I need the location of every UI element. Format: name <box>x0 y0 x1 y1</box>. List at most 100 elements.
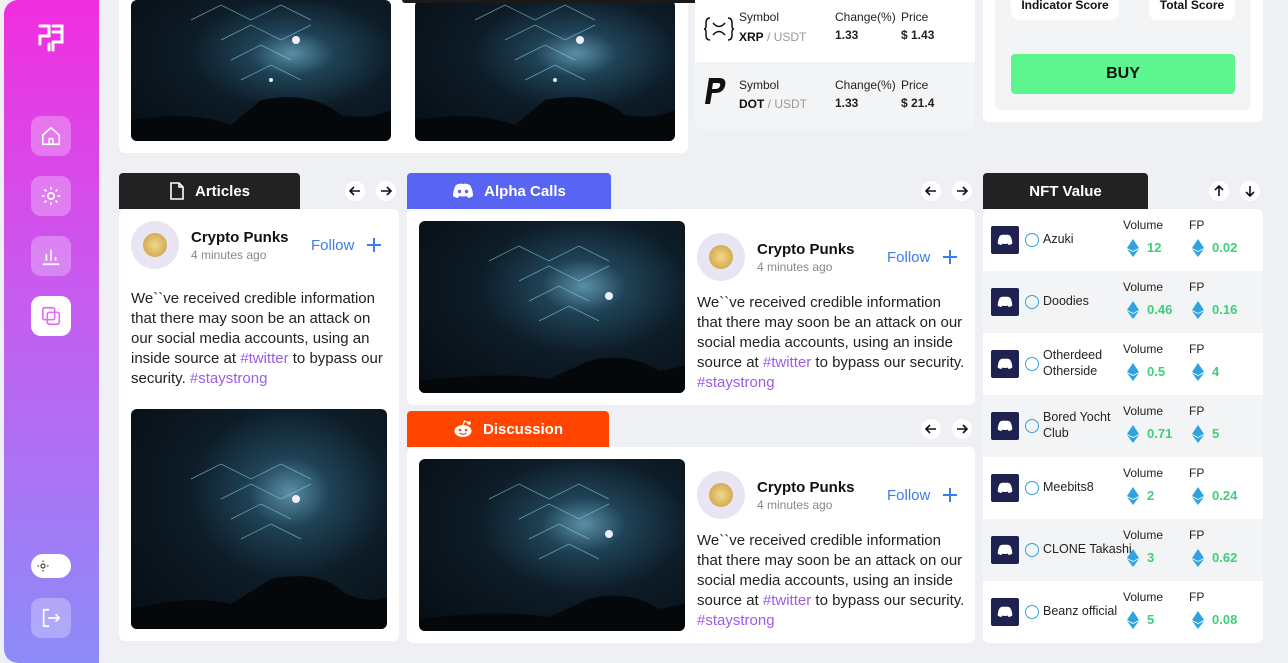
discord-icon <box>991 226 1019 254</box>
tab-alpha-calls[interactable]: Alpha Calls <box>407 173 611 209</box>
token-symbol: DOT / USDT <box>739 97 808 111</box>
token-symbol: XRP / USDT <box>739 30 807 44</box>
alpha-prev-button[interactable] <box>921 181 941 201</box>
avatar[interactable] <box>697 233 745 281</box>
follow-button[interactable]: Follow <box>887 249 930 266</box>
volume-label: Volume <box>1123 404 1164 418</box>
verified-icon <box>1025 481 1039 495</box>
avatar[interactable] <box>131 221 179 269</box>
post-text: We``ve received credible information tha… <box>697 532 965 629</box>
nft-row[interactable]: CLONE Takashi Volume 3 FP 0.62 <box>983 519 1263 581</box>
tab-discussion[interactable]: Discussion <box>407 411 609 447</box>
change-label: Change(%) <box>835 78 896 92</box>
discussion-image[interactable] <box>419 459 685 631</box>
nft-name: Beanz official <box>1043 604 1118 618</box>
bar-chart-icon <box>42 249 60 266</box>
alpha-image[interactable] <box>419 221 685 393</box>
verified-icon <box>1025 543 1039 557</box>
nft-row[interactable]: Otherdeed Otherside Volume 0.5 FP 4 <box>983 333 1263 395</box>
price-value: $ 21.4 <box>901 96 935 110</box>
arrow-left-icon <box>925 424 936 434</box>
change-label: Change(%) <box>835 10 896 24</box>
arrow-up-icon <box>1214 185 1224 196</box>
arrow-left-icon <box>925 186 936 196</box>
post-author[interactable]: Crypto Punks <box>757 479 855 496</box>
sidebar <box>4 0 99 663</box>
nft-name: CLONE Takashi <box>1043 542 1132 556</box>
articles-prev-button[interactable] <box>345 181 365 201</box>
sun-icon <box>34 557 52 575</box>
follow-button[interactable]: Follow <box>887 487 930 504</box>
article-image[interactable] <box>131 409 387 629</box>
nft-row[interactable]: Doodies Volume 0.46 FP 0.16 <box>983 271 1263 333</box>
ethereum-icon <box>1192 301 1204 319</box>
fp-value: 0.16 <box>1212 302 1238 317</box>
nft-up-button[interactable] <box>1209 181 1229 201</box>
reddit-icon <box>454 420 472 437</box>
discussion-prev-button[interactable] <box>921 419 941 439</box>
ethereum-icon <box>1192 425 1204 443</box>
volume-label: Volume <box>1123 528 1164 542</box>
ethereum-icon <box>1127 301 1139 319</box>
nft-row[interactable]: Bored Yocht Club Volume 0.71 FP 5 <box>983 395 1263 457</box>
copy-icon <box>41 306 61 326</box>
follow-button[interactable]: Follow <box>311 237 354 254</box>
post-author[interactable]: Crypto Punks <box>191 229 289 246</box>
nav-home[interactable] <box>31 116 71 156</box>
token-row[interactable]: Symbol DOT / USDT Change(%) 1.33 Price $… <box>695 62 975 129</box>
symbol-label: Symbol <box>739 10 780 24</box>
discord-icon <box>991 288 1019 316</box>
nft-row[interactable]: Azuki Volume 12 FP 0.02 <box>983 209 1263 271</box>
ethereum-icon <box>1192 549 1204 567</box>
discussion-next-button[interactable] <box>952 419 972 439</box>
nav-settings[interactable] <box>31 176 71 216</box>
verified-icon <box>1025 295 1039 309</box>
plus-icon[interactable] <box>942 249 958 265</box>
gallery-image[interactable] <box>415 0 675 141</box>
paypal-icon <box>703 76 733 106</box>
tab-articles[interactable]: Articles <box>119 173 300 209</box>
gallery-image[interactable] <box>131 0 391 141</box>
tab-label: Alpha Calls <box>484 182 566 200</box>
xrp-icon <box>703 14 735 44</box>
theme-toggle[interactable] <box>31 554 71 578</box>
nft-row[interactable]: Beanz official Volume 5 FP 0.08 <box>983 581 1263 643</box>
verified-icon <box>1025 605 1039 619</box>
hashtag-link[interactable]: #twitter <box>240 350 288 367</box>
plus-icon[interactable] <box>366 237 382 253</box>
hashtag-link[interactable]: #staystrong <box>697 612 775 629</box>
hashtag-link[interactable]: #staystrong <box>697 374 775 391</box>
post-text: We``ve received credible information tha… <box>697 294 965 391</box>
hashtag-link[interactable]: #twitter <box>763 354 811 371</box>
hashtag-link[interactable]: #staystrong <box>190 370 268 387</box>
gear-icon <box>41 186 61 206</box>
hashtag-link[interactable]: #twitter <box>763 592 811 609</box>
plus-icon[interactable] <box>942 487 958 503</box>
volume-value: 0.5 <box>1147 364 1166 379</box>
token-row[interactable]: Symbol XRP / USDT Change(%) 1.33 Price $… <box>695 0 975 66</box>
ethereum-icon <box>1192 239 1204 257</box>
nft-row[interactable]: Meebits8 Volume 2 FP 0.24 <box>983 457 1263 519</box>
nft-down-button[interactable] <box>1240 181 1260 201</box>
post-author[interactable]: Crypto Punks <box>757 241 855 258</box>
logout-button[interactable] <box>31 598 71 638</box>
ethereum-icon <box>1192 487 1204 505</box>
nft-name: Azuki <box>1043 232 1074 246</box>
post-time: 4 minutes ago <box>757 260 833 274</box>
fp-label: FP <box>1189 218 1205 232</box>
app-logo[interactable] <box>36 22 66 54</box>
post-text: We``ve received credible information tha… <box>131 290 383 387</box>
avatar[interactable] <box>697 471 745 519</box>
fp-label: FP <box>1189 280 1205 294</box>
alpha-next-button[interactable] <box>952 181 972 201</box>
buy-button[interactable]: BUY <box>1011 54 1235 94</box>
discord-icon <box>991 474 1019 502</box>
fp-label: FP <box>1189 590 1205 604</box>
nav-copy[interactable] <box>31 296 71 336</box>
nav-stats[interactable] <box>31 236 71 276</box>
articles-next-button[interactable] <box>376 181 396 201</box>
tab-nft-value[interactable]: NFT Value <box>983 173 1148 209</box>
ethereum-icon <box>1127 611 1139 629</box>
volume-value: 0.46 <box>1147 302 1173 317</box>
volume-label: Volume <box>1123 466 1164 480</box>
